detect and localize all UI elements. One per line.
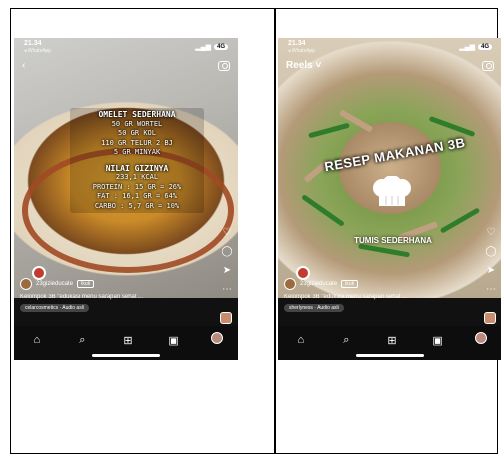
caption[interactable]: Kelompok 3B "edukasi menu sarapan sehat …	[20, 294, 212, 300]
action-rail: ♡ ◯ ➤ ⋯	[485, 228, 496, 295]
avatar[interactable]	[284, 278, 296, 290]
search-icon[interactable]: ⌕	[338, 332, 354, 348]
recipe-line: 110 GR TELUR 2 BJ	[101, 138, 173, 147]
home-indicator	[356, 354, 424, 357]
search-icon[interactable]: ⌕	[74, 332, 90, 348]
comment-icon[interactable]: ◯	[485, 247, 496, 257]
nutrition-line: FAT : 16,1 GR = 64%	[96, 192, 178, 200]
recipe-line: 50 GR KOL	[118, 129, 156, 137]
back-arrow-icon[interactable]: ‹	[22, 60, 25, 71]
signal-icon: ▂▄▆	[459, 44, 475, 51]
username[interactable]: 23gizieducate	[36, 281, 73, 287]
signal-icon: ▂▄▆	[195, 44, 211, 51]
video-subtitle: TUMIS SEDERHANA	[354, 236, 432, 245]
nutrition-title: NILAI GIZINYA	[105, 163, 169, 173]
profile-avatar[interactable]	[211, 332, 224, 344]
camera-icon[interactable]	[218, 60, 230, 71]
recipe-line: 50 GR WORTEL	[111, 119, 163, 128]
action-rail: ♡ ◯ ➤ ⋯	[221, 228, 232, 295]
status-bar: 21.34 ◂ WhatsApp ▂▄▆ 4G	[278, 40, 501, 54]
nutrition-line: CARBO : 5,7 GR = 10%	[94, 201, 180, 210]
back-to-app[interactable]: ◂ WhatsApp	[288, 48, 315, 54]
recipe-overlay: OMELET SEDERHANA 50 GR WORTEL 50 GR KOL …	[70, 108, 204, 213]
reels-icon[interactable]: ▣	[166, 332, 182, 348]
caption[interactable]: Kelompok 3B "edukasi menu sarapan sehat …	[284, 294, 476, 300]
send-icon[interactable]: ➤	[486, 266, 496, 276]
comment-icon[interactable]: ◯	[221, 247, 232, 257]
right-phone-screenshot: 21.34 ◂ WhatsApp ▂▄▆ 4G Reels ˅ RESEP MA…	[278, 38, 501, 360]
top-bar: Reels ˅	[286, 60, 494, 71]
reels-label: Reels	[286, 60, 313, 71]
back-to-app[interactable]: ◂ WhatsApp	[24, 48, 51, 54]
audio-label[interactable]: celarcosmetics · Audio asli	[20, 304, 89, 312]
reels-dropdown[interactable]: Reels ˅	[286, 60, 321, 71]
status-time: 21.34	[288, 40, 306, 47]
post-info: 23gizieducate Ikuti Kelompok 3B "edukasi…	[284, 278, 476, 312]
avatar[interactable]	[20, 278, 32, 290]
battery-icon: 4G	[477, 44, 492, 50]
post-info: 23gizieducate Ikuti Kelompok 3B "edukasi…	[20, 278, 212, 312]
chef-hat-icon	[373, 176, 411, 206]
home-icon[interactable]: ⌂	[293, 332, 309, 348]
audio-label[interactable]: sherlyness · Audio asli	[284, 304, 344, 312]
top-bar: ‹	[22, 60, 230, 71]
reels-icon[interactable]: ▣	[430, 332, 446, 348]
profile-avatar[interactable]	[475, 332, 488, 344]
more-icon[interactable]: ⋯	[486, 285, 496, 295]
heart-icon[interactable]: ♡	[486, 228, 496, 238]
audio-thumbnail[interactable]	[220, 312, 232, 324]
nutrition-line: PROTEIN : 15 GR = 26%	[92, 182, 182, 191]
more-icon[interactable]: ⋯	[222, 285, 232, 295]
follow-button[interactable]: Ikuti	[341, 280, 359, 288]
table-divider	[274, 9, 276, 453]
status-time: 21.34	[24, 40, 42, 47]
recipe-line: 5 GR MINYAK	[113, 148, 161, 156]
add-icon[interactable]: ⊞	[120, 332, 136, 348]
home-indicator	[92, 354, 160, 357]
bottom-nav: ⌂ ⌕ ⊞ ▣	[14, 326, 238, 360]
left-phone-screenshot: 21.34 ◂ WhatsApp ▂▄▆ 4G ‹ OMELET SEDERHA…	[14, 38, 238, 360]
follow-button[interactable]: Ikuti	[77, 280, 95, 288]
bottom-nav: ⌂ ⌕ ⊞ ▣	[278, 326, 501, 360]
camera-icon[interactable]	[482, 60, 494, 71]
send-icon[interactable]: ➤	[222, 266, 232, 276]
nutrition-line: 233,1 KCAL	[115, 173, 159, 181]
home-icon[interactable]: ⌂	[29, 332, 45, 348]
status-bar: 21.34 ◂ WhatsApp ▂▄▆ 4G	[14, 40, 238, 54]
username[interactable]: 23gizieducate	[300, 281, 337, 287]
recipe-title: OMELET SEDERHANA	[98, 110, 176, 119]
add-icon[interactable]: ⊞	[384, 332, 400, 348]
heart-icon[interactable]: ♡	[222, 228, 232, 238]
battery-icon: 4G	[213, 44, 228, 50]
audio-thumbnail[interactable]	[484, 312, 496, 324]
